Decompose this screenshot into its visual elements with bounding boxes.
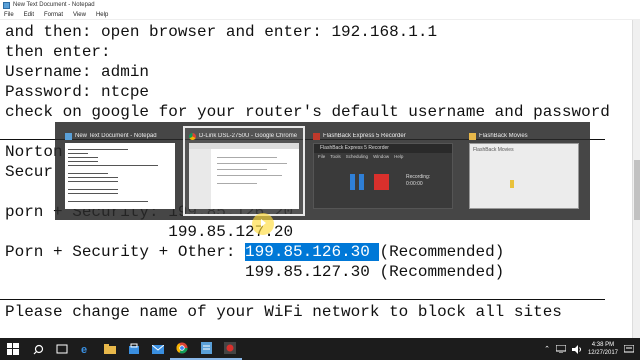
search-button[interactable]	[26, 338, 50, 360]
text-prefix: Porn + Security + Other:	[5, 243, 246, 261]
chevron-up-icon[interactable]: ⌃	[544, 345, 550, 353]
menu-format[interactable]: Format	[44, 12, 63, 18]
switcher-item-movies[interactable]: FlashBack Movies FlashBack Movies	[465, 128, 583, 214]
divider	[0, 299, 605, 300]
switcher-item-label: FlashBack Express 5 Recorder	[323, 133, 406, 139]
window-thumbnail	[65, 143, 175, 209]
text-line: and then: open browser and enter: 192.16…	[5, 23, 438, 41]
svg-text:e: e	[81, 344, 87, 355]
recorder-menu: File Tools Scheduling Window Help	[314, 153, 452, 161]
taskbar-mail[interactable]	[146, 338, 170, 360]
text-line: Password: ntcpe	[5, 83, 150, 101]
recorder-title: FlashBack Express 5 Recorder	[314, 144, 452, 153]
menu-bar: File Edit Format View Help	[0, 10, 640, 20]
text-line: then enter:	[5, 43, 111, 61]
scrollbar-thumb[interactable]	[634, 160, 640, 220]
edge-icon: e	[81, 344, 87, 355]
movies-title: FlashBack Movies	[473, 147, 514, 153]
window-titlebar[interactable]: New Text Document - Notepad	[0, 0, 640, 10]
window-thumbnail: FlashBack Movies	[469, 143, 579, 209]
text-line-selected: Porn + Security + Other: 199.85.126.30 (…	[5, 242, 504, 262]
notifications-icon[interactable]	[624, 344, 634, 354]
menu-file[interactable]: File	[4, 12, 14, 18]
notepad-icon	[200, 342, 212, 354]
menu-view[interactable]: View	[73, 12, 86, 18]
task-view-icon	[56, 344, 68, 354]
window-thumbnail	[189, 143, 299, 209]
text-cursor-icon	[510, 180, 514, 188]
start-button[interactable]	[0, 338, 26, 360]
switcher-item-label: New Text Document - Notepad	[75, 133, 157, 139]
menu-help[interactable]: Help	[96, 12, 108, 18]
taskbar-store[interactable]	[122, 338, 146, 360]
text-line: Secur	[5, 163, 54, 181]
switcher-item-recorder[interactable]: FlashBack Express 5 Recorder FlashBack E…	[309, 128, 459, 214]
folder-icon	[469, 132, 476, 140]
switcher-item-notepad[interactable]: New Text Document - Notepad	[61, 128, 179, 214]
text-line: 199.85.127.30 (Recommended)	[5, 263, 505, 281]
clock-time: 4:38 PM	[591, 342, 615, 348]
folder-icon	[104, 344, 116, 354]
search-icon	[33, 344, 43, 354]
notepad-icon	[65, 132, 72, 140]
switcher-item-label: FlashBack Movies	[479, 133, 528, 139]
recorder-menu-item: Help	[394, 154, 404, 159]
window-title: New Text Document - Notepad	[13, 2, 95, 8]
taskbar: e ⌃ 4:38 PM 12/27/2017	[0, 338, 640, 360]
recording-time: 0:00:00	[406, 181, 423, 187]
chrome-icon	[189, 132, 196, 140]
flashback-icon	[313, 132, 320, 140]
vertical-scrollbar[interactable]	[632, 20, 640, 338]
selected-text: 199.85.126.30	[245, 243, 380, 261]
recording-status: Recording: 0:00:00	[406, 174, 430, 188]
taskbar-flashback[interactable]	[218, 338, 242, 360]
store-icon	[129, 343, 139, 354]
pause-icon	[350, 174, 364, 190]
taskbar-explorer[interactable]	[98, 338, 122, 360]
recorder-menu-item: File	[318, 154, 326, 159]
text-line: 199.85.127.20	[5, 223, 294, 241]
system-tray: ⌃ 4:38 PM 12/27/2017	[544, 338, 640, 360]
notepad-icon	[3, 1, 10, 9]
recorder-menu-item: Tools	[330, 154, 341, 159]
flashback-icon	[224, 342, 236, 354]
menu-edit[interactable]: Edit	[24, 12, 34, 18]
recorder-menu-item: Window	[373, 154, 390, 159]
network-icon[interactable]	[555, 345, 566, 353]
task-view-button[interactable]	[50, 338, 74, 360]
text-suffix: (Recommended)	[379, 243, 505, 261]
text-line: Norton	[5, 143, 63, 161]
recorder-menu-item: Scheduling	[345, 154, 369, 159]
mail-icon	[152, 344, 164, 354]
text-line: Username: admin	[5, 63, 150, 81]
clock-date: 12/27/2017	[587, 350, 618, 356]
switcher-item-chrome[interactable]: D-Link DSL-2750U - Google Chrome	[183, 126, 305, 216]
taskbar-edge[interactable]: e	[74, 338, 98, 360]
volume-icon[interactable]	[571, 344, 582, 354]
switcher-item-label: D-Link DSL-2750U - Google Chrome	[199, 133, 298, 139]
recorder-thumbnail: FlashBack Express 5 Recorder File Tools …	[313, 143, 453, 209]
chrome-icon	[176, 342, 188, 354]
text-line: check on google for your router's defaul…	[5, 103, 610, 121]
stop-icon	[374, 174, 389, 190]
recording-label: Recording:	[406, 174, 431, 180]
taskbar-notepad[interactable]	[194, 338, 218, 360]
taskbar-chrome[interactable]	[170, 338, 194, 360]
text-line: Please change name of your WiFi network …	[5, 303, 562, 321]
windows-icon	[7, 343, 19, 355]
task-switcher: New Text Document - Notepad D-Link DSL-2…	[55, 122, 590, 220]
clock[interactable]: 4:38 PM 12/27/2017	[588, 341, 618, 357]
mouse-cursor-icon	[252, 213, 274, 235]
